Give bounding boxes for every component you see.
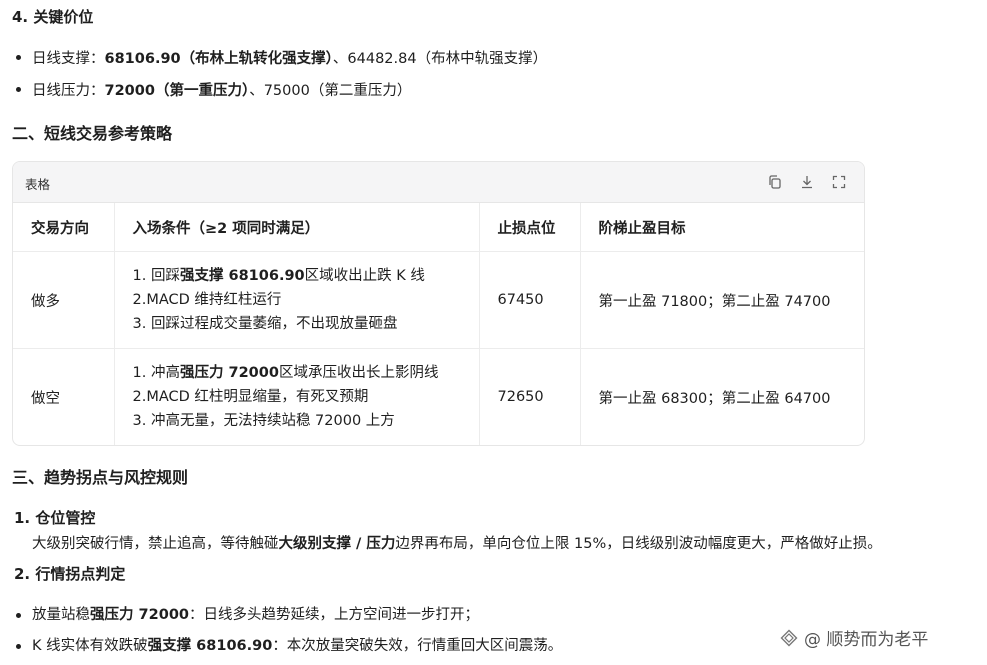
bullet-line-2: K 线实体有效跌破强支撑 68106.90：本次放量突破失效，行情重回大区间震荡…: [32, 638, 563, 654]
watermark-text: @ 顺势而为老平: [804, 630, 929, 650]
item2-title: 2. 行情拐点判定: [14, 565, 126, 583]
header-direction: 交易方向: [13, 203, 115, 252]
section-three-title: 三、趋势拐点与风控规则: [12, 468, 189, 487]
bullet-dot: [16, 55, 21, 60]
bullet-dot: [16, 87, 21, 92]
stop-loss-cell: 67450: [479, 251, 581, 349]
take-profit-cell: 第一止盈 71800；第二止盈 74700: [580, 251, 864, 349]
copy-icon[interactable]: [767, 174, 783, 190]
section-4-title: 4. 关键价位: [12, 8, 94, 26]
table-caption: 表格: [25, 177, 51, 192]
header-stop-loss: 止损点位: [479, 203, 581, 252]
conditions-cell: 1. 回踩强支撑 68106.90区域收出止跌 K 线 2.MACD 维持红柱运…: [114, 251, 480, 349]
bullet-dot: [16, 613, 21, 618]
stop-loss-cell: 72650: [479, 348, 581, 445]
conditions-cell: 1. 冲高强压力 72000区域承压收出长上影阴线 2.MACD 红柱明显缩量，…: [114, 348, 480, 445]
table-header-row: 交易方向 入场条件（≥2 项同时满足） 止损点位 阶梯止盈目标: [13, 203, 864, 252]
pressure-line: 日线压力：72000（第一重压力）、75000（第二重压力）: [32, 83, 412, 99]
strategy-table: 交易方向 入场条件（≥2 项同时满足） 止损点位 阶梯止盈目标 做多 1. 回踩…: [13, 203, 864, 445]
expand-icon[interactable]: [831, 174, 847, 190]
strategy-table-card: 表格 交易方向 入场条件（≥2 项同时满足） 止损点位 阶梯止盈目标 做多 1.…: [12, 161, 865, 446]
watermark-logo-icon: [780, 629, 798, 646]
bullet-dot: [16, 644, 21, 649]
watermark: @ 顺势而为老平: [780, 625, 928, 650]
direction-cell: 做多: [13, 251, 115, 349]
download-icon[interactable]: [799, 174, 815, 190]
header-conditions: 入场条件（≥2 项同时满足）: [114, 203, 480, 252]
support-line: 日线支撑：68106.90（布林上轨转化强支撑）、64482.84（布林中轨强支…: [32, 51, 548, 67]
item1-title: 1. 仓位管控: [14, 509, 96, 527]
direction-cell: 做空: [13, 348, 115, 445]
take-profit-cell: 第一止盈 68300；第二止盈 64700: [598, 390, 831, 407]
bullet-line-1: 放量站稳强压力 72000：日线多头趋势延续，上方空间进一步打开；: [32, 607, 479, 623]
header-take-profit: 阶梯止盈目标: [580, 203, 864, 252]
table-header-bar: 表格: [13, 162, 864, 203]
item1-text: 大级别突破行情，禁止追高，等待触碰大级别支撑 / 压力边界再布局，单向仓位上限 …: [32, 536, 882, 552]
section-two-title: 二、短线交易参考策略: [12, 124, 173, 143]
table-row: 做空 1. 冲高强压力 72000区域承压收出长上影阴线 2.MACD 红柱明显…: [13, 348, 864, 445]
table-row: 做多 1. 回踩强支撑 68106.90区域收出止跌 K 线 2.MACD 维持…: [13, 251, 864, 349]
